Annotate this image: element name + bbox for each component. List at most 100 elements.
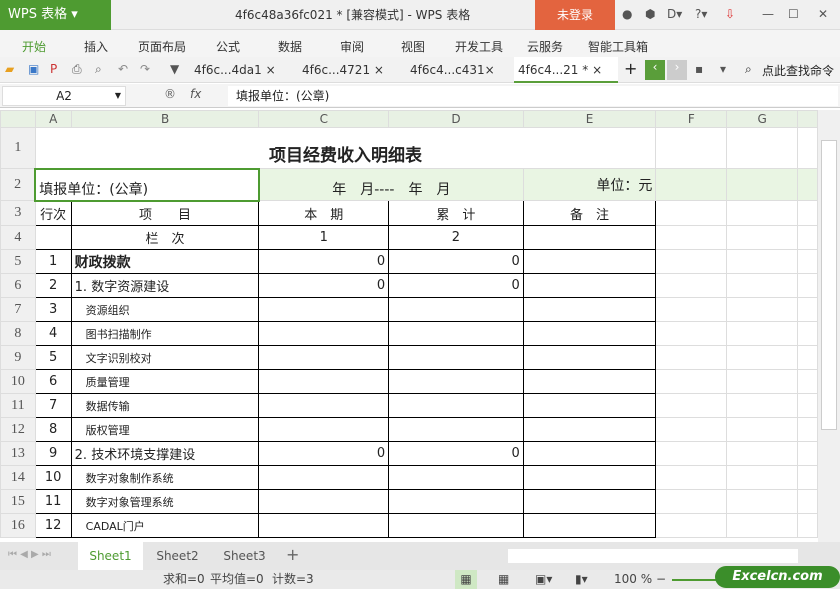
new-tab-icon[interactable]: + (624, 59, 637, 78)
row-header[interactable]: 5 (0, 249, 36, 274)
cumulative-cell[interactable]: 0 (388, 273, 524, 298)
doc-tab-1[interactable]: 4f6c...4da1 × (190, 57, 296, 83)
cell[interactable] (655, 417, 728, 442)
zoom-out-icon[interactable]: − (656, 570, 666, 589)
cell[interactable] (726, 321, 799, 346)
settings-icon[interactable]: ⬢ (645, 7, 655, 21)
unit-cell[interactable]: 填报单位：(公章) (34, 167, 260, 202)
row-number-cell[interactable]: 2 (34, 273, 72, 298)
tab-view[interactable]: 视图 (401, 38, 425, 55)
tab-smart-tools[interactable]: 智能工具箱 (588, 38, 648, 55)
remark-cell[interactable] (522, 489, 657, 514)
cumulative-cell[interactable] (388, 489, 524, 514)
export-pdf-icon[interactable]: P (50, 62, 57, 76)
cumulative-cell[interactable] (388, 369, 524, 394)
column-header[interactable]: F (655, 110, 728, 128)
sheet-tab-1[interactable]: Sheet1 (78, 542, 143, 570)
help-icon[interactable]: ?▾ (695, 7, 707, 21)
cell[interactable] (655, 273, 728, 298)
column-header[interactable]: D (388, 110, 524, 128)
item-name-cell[interactable]: 数字对象制作系统 (70, 465, 260, 490)
date-cell[interactable]: 年 月---- 年 月 (258, 168, 524, 201)
remark-cell[interactable] (522, 369, 657, 394)
column-header[interactable]: A (34, 110, 72, 128)
item-name-cell[interactable]: 资源组织 (70, 297, 260, 322)
cell[interactable] (655, 489, 728, 514)
download-icon[interactable]: ⇩ (725, 7, 735, 21)
cumulative-cell[interactable] (388, 417, 524, 442)
subheader-cell[interactable]: 栏 次 (70, 225, 260, 250)
minimize-icon[interactable]: — (762, 7, 774, 21)
tab-page-layout[interactable]: 页面布局 (138, 38, 186, 55)
item-name-cell[interactable]: 版权管理 (70, 417, 260, 442)
item-name-cell[interactable]: CADAL门户 (70, 513, 260, 538)
subheader-cell[interactable]: 2 (388, 225, 524, 250)
cell[interactable] (797, 345, 818, 370)
cell[interactable] (797, 441, 818, 466)
cell[interactable] (726, 417, 799, 442)
row-header[interactable]: 2 (0, 168, 36, 201)
current-period-cell[interactable] (258, 297, 390, 322)
login-button[interactable]: 未登录 (535, 0, 615, 30)
remark-cell[interactable] (522, 393, 657, 418)
item-name-cell[interactable]: 2. 技术环境支撑建设 (70, 441, 260, 466)
current-period-cell[interactable] (258, 513, 390, 538)
row-number-cell[interactable]: 8 (34, 417, 72, 442)
cell[interactable] (797, 465, 818, 490)
subheader-cell[interactable]: 1 (258, 225, 390, 250)
cell[interactable] (797, 393, 818, 418)
cumulative-cell[interactable] (388, 465, 524, 490)
item-name-cell[interactable]: 质量管理 (70, 369, 260, 394)
header-cell[interactable]: 本 期 (258, 200, 390, 226)
cell[interactable] (726, 513, 799, 538)
cell[interactable] (726, 369, 799, 394)
remark-cell[interactable] (522, 297, 657, 322)
column-header[interactable]: C (258, 110, 390, 128)
row-header[interactable]: 6 (0, 273, 36, 298)
open-icon[interactable]: ▰ (5, 62, 14, 76)
present-icon[interactable]: ▪ (695, 62, 703, 76)
cell[interactable] (655, 441, 728, 466)
cell[interactable] (726, 465, 799, 490)
tab-insert[interactable]: 插入 (84, 38, 108, 55)
undo-icon[interactable]: ↶ (118, 62, 128, 76)
remark-cell[interactable] (522, 417, 657, 442)
current-period-cell[interactable]: 0 (258, 273, 390, 298)
currency-cell[interactable]: 单位：元 (522, 168, 657, 201)
zoom-formula-icon[interactable]: ® (164, 87, 176, 101)
redo-icon[interactable]: ↷ (140, 62, 150, 76)
current-period-cell[interactable] (258, 393, 390, 418)
cell[interactable] (797, 369, 818, 394)
current-period-cell[interactable] (258, 489, 390, 514)
header-cell[interactable]: 备 注 (522, 200, 657, 226)
row-header[interactable]: 15 (0, 489, 36, 514)
current-period-cell[interactable] (258, 417, 390, 442)
page-break-view-icon[interactable]: ▦ (498, 570, 509, 589)
cell[interactable] (726, 297, 799, 322)
formula-input[interactable]: 填报单位：(公章) (228, 86, 838, 106)
cell[interactable] (797, 489, 818, 514)
tab-cloud[interactable]: 云服务 (527, 38, 563, 55)
header-cell[interactable]: 项 目 (70, 200, 260, 226)
row-header[interactable]: 16 (0, 513, 36, 538)
horizontal-scrollbar[interactable] (508, 549, 798, 563)
cell[interactable] (726, 249, 799, 274)
maximize-icon[interactable]: ☐ (788, 7, 799, 21)
header-cell[interactable]: 累 计 (388, 200, 524, 226)
current-period-cell[interactable] (258, 345, 390, 370)
cumulative-cell[interactable] (388, 321, 524, 346)
doc-tab-2[interactable]: 4f6c...4721 × (298, 57, 404, 83)
cell[interactable] (726, 345, 799, 370)
cell[interactable] (655, 297, 728, 322)
subheader-cell[interactable] (522, 225, 657, 250)
remark-cell[interactable] (522, 321, 657, 346)
cell[interactable] (655, 513, 728, 538)
row-number-cell[interactable]: 4 (34, 321, 72, 346)
sheet-title[interactable]: 项目经费收入明细表 (34, 127, 657, 169)
cumulative-cell[interactable]: 0 (388, 249, 524, 274)
row-number-cell[interactable]: 7 (34, 393, 72, 418)
insert-function-button[interactable]: fx (190, 87, 201, 101)
column-header[interactable]: G (726, 110, 799, 128)
cell[interactable] (655, 465, 728, 490)
remark-cell[interactable] (522, 513, 657, 538)
